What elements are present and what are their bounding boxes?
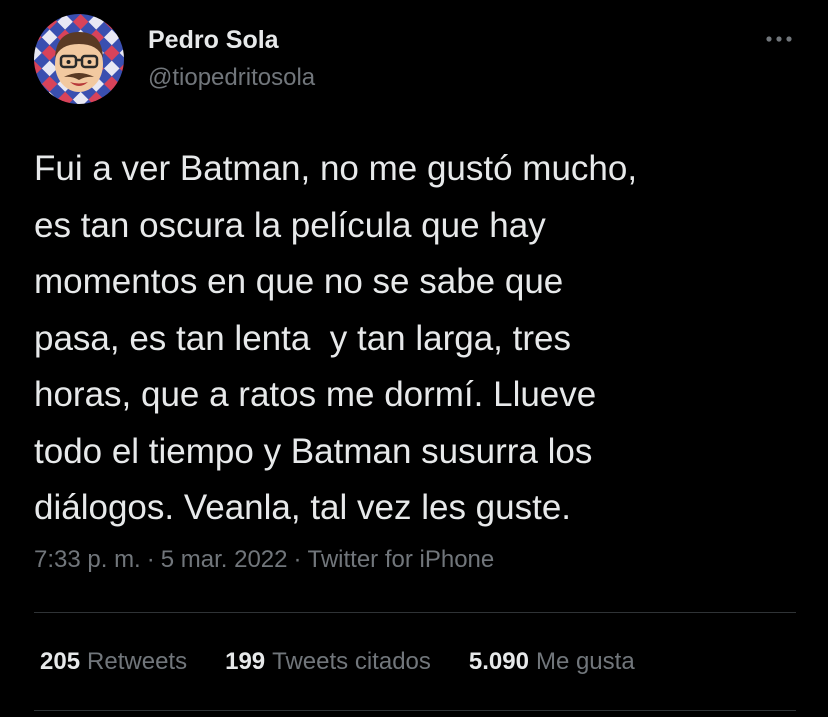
- tweet-text-line: diálogos. Veanla, tal vez les guste.: [34, 488, 572, 527]
- divider: [34, 710, 796, 711]
- more-options-icon[interactable]: [760, 26, 800, 52]
- likes-stat[interactable]: 5.090 Me gusta: [469, 648, 635, 676]
- display-name[interactable]: Pedro Sola: [148, 26, 279, 55]
- quotes-stat[interactable]: 199 Tweets citados: [225, 648, 431, 676]
- tweet-date[interactable]: 5 mar. 2022: [161, 546, 288, 573]
- avatar-image: [34, 14, 124, 104]
- retweets-stat[interactable]: 205 Retweets: [40, 648, 187, 676]
- tweet-meta: 7:33 p. m. · 5 mar. 2022 · Twitter for iPhon…: [34, 546, 494, 574]
- likes-label: Me gusta: [535, 648, 635, 675]
- retweets-label: Retweets: [87, 648, 188, 675]
- tweet-text: Fui a ver Batman, no me gustó mucho, es …: [34, 141, 804, 537]
- tweet-text-line: horas, que a ratos me dormí. Llueve: [34, 375, 597, 414]
- tweet-text-line: momentos en que no se sabe que: [34, 262, 564, 301]
- tweet-stats: 205 Retweets 199 Tweets citados 5.090 Me gu…: [40, 648, 673, 676]
- tweet-card: Pedro Sola @tiopedritosola Fui a ver Bat…: [0, 0, 828, 717]
- tweet-text-line: pasa, es tan lenta y tan larga, tres: [34, 318, 571, 358]
- meta-separator: ·: [146, 546, 155, 573]
- tweet-source[interactable]: Twitter for iPhone: [307, 546, 494, 573]
- tweet-text-line: Fui a ver Batman, no me gustó mucho,: [34, 149, 638, 188]
- avatar[interactable]: [34, 14, 124, 104]
- quotes-count: 199: [225, 648, 266, 675]
- retweets-count: 205: [40, 648, 81, 675]
- tweet-time[interactable]: 7:33 p. m.: [34, 546, 141, 573]
- divider: [34, 612, 796, 613]
- quotes-label: Tweets citados: [272, 648, 431, 675]
- tweet-text-line: todo el tiempo y Batman susurra los: [34, 431, 593, 471]
- user-handle[interactable]: @tiopedritosola: [148, 64, 315, 92]
- tweet-text-line: es tan oscura la película que hay: [34, 205, 546, 245]
- meta-separator: ·: [293, 546, 302, 573]
- likes-count: 5.090: [468, 648, 529, 675]
